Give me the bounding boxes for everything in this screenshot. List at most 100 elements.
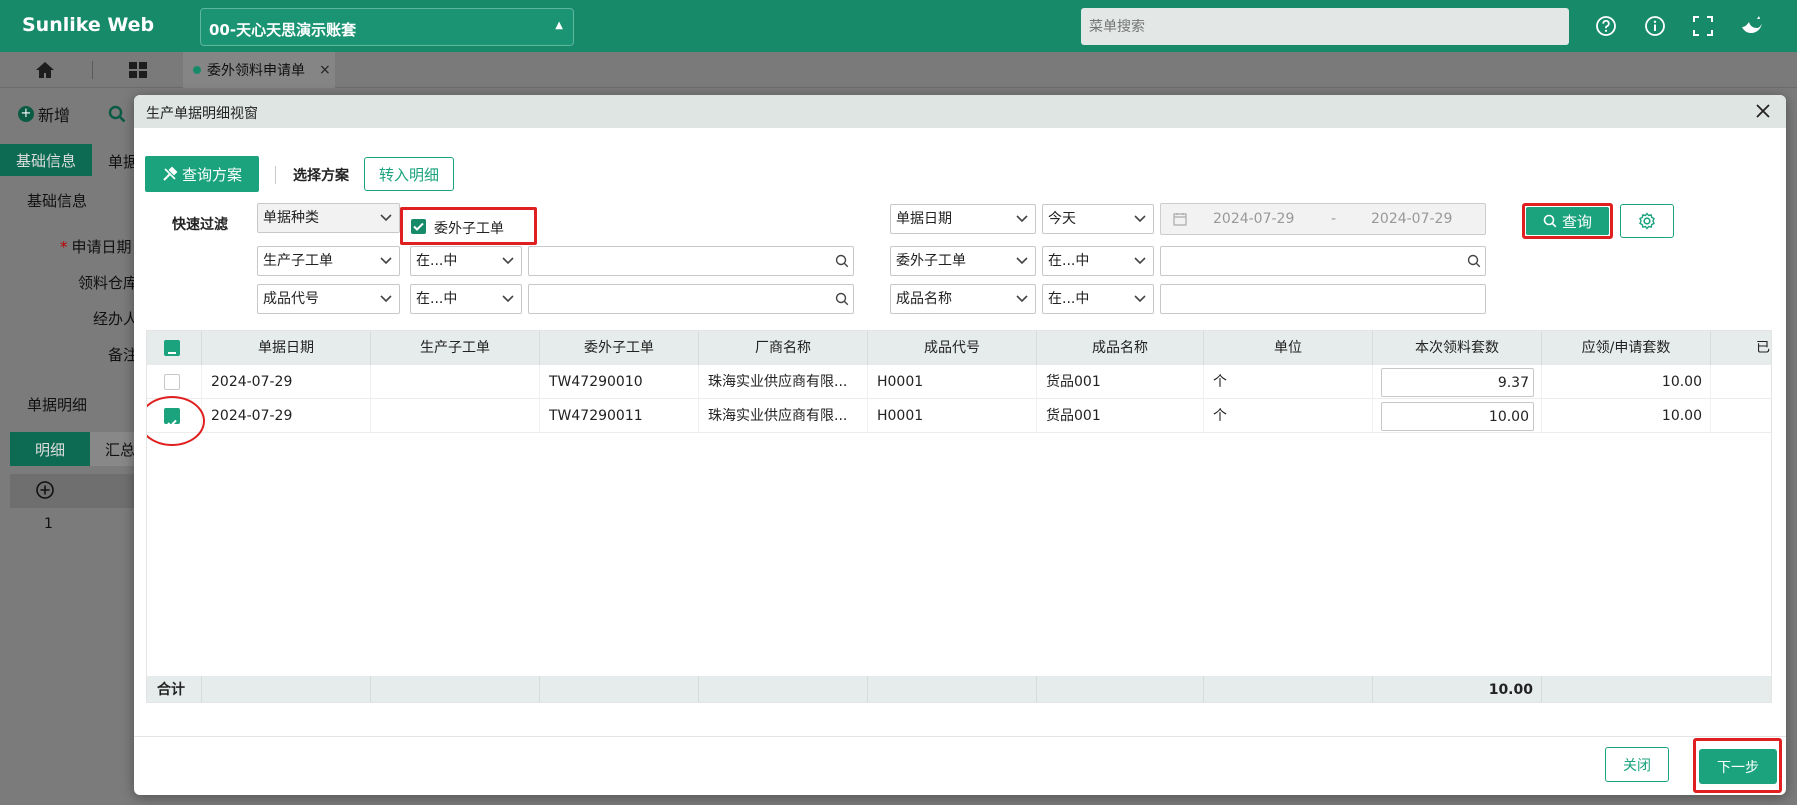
modal-title-bar: 生产单据明细视窗 <box>134 95 1786 128</box>
chevron-down-icon <box>380 295 392 303</box>
row2-value-b-input[interactable] <box>1160 246 1486 276</box>
tab-subcontract-requisition[interactable]: 委外领料申请单 × <box>183 52 335 88</box>
date-range-input[interactable]: 2024-07-29 - 2024-07-29 <box>1160 203 1486 235</box>
bg-subtab-detail[interactable]: 明细 <box>10 432 90 466</box>
subcontract-checkbox-highlight[interactable]: 委外子工单 <box>400 207 537 245</box>
cell-sub-order: TW47290011 <box>540 399 699 433</box>
row3-value-a-input[interactable] <box>528 284 854 314</box>
cell-vendor: 珠海实业供应商有限... <box>699 365 868 399</box>
bg-new-button[interactable]: + 新增 <box>18 102 70 126</box>
apps-grid-icon[interactable] <box>128 61 148 79</box>
search-icon[interactable] <box>1467 254 1481 268</box>
footer-cell <box>1542 676 1771 702</box>
table-row[interactable]: 2024-07-29 TW47290011 珠海实业供应商有限... H0001… <box>147 399 1771 433</box>
bg-label-warehouse: 领料仓库 <box>78 274 139 292</box>
row3-value-b-input[interactable] <box>1160 284 1486 314</box>
tab-close-icon[interactable]: × <box>319 62 331 78</box>
home-icon[interactable] <box>34 60 56 80</box>
row2-op-a-select[interactable]: 在...中 <box>410 246 522 276</box>
col-product-name[interactable]: 成品名称 <box>1037 331 1204 365</box>
row3-op-b-select[interactable]: 在...中 <box>1042 284 1154 314</box>
col-qty-required[interactable]: 应领/申请套数 <box>1542 331 1711 365</box>
bg-search-icon[interactable] <box>108 105 126 123</box>
qty-this-input[interactable] <box>1381 368 1534 397</box>
subcontract-checkbox[interactable] <box>411 219 426 234</box>
bg-section-basic-info: 基础信息 <box>27 192 88 210</box>
col-unit[interactable]: 单位 <box>1204 331 1373 365</box>
cell-product-name: 货品001 <box>1037 365 1204 399</box>
next-button-highlight: 下一步 <box>1693 738 1782 793</box>
date-preset-value: 今天 <box>1048 211 1076 227</box>
bird-icon[interactable] <box>1740 14 1764 38</box>
row3-op-a-value: 在...中 <box>416 291 458 307</box>
cell-product-code: H0001 <box>868 365 1037 399</box>
date-field-value: 单据日期 <box>896 211 952 227</box>
row3-field-b-value: 成品名称 <box>896 291 952 307</box>
col-issued-truncated[interactable]: 已 <box>1711 331 1771 365</box>
add-row-icon[interactable] <box>35 480 55 500</box>
tools-icon <box>163 166 178 181</box>
doc-type-select[interactable]: 单据种类 <box>257 203 400 233</box>
row2-field-b-select[interactable]: 委外子工单 <box>890 246 1036 276</box>
table-row[interactable]: 2024-07-29 TW47290010 珠海实业供应商有限... H0001… <box>147 365 1771 399</box>
query-button-highlight: 查询 <box>1522 203 1613 239</box>
close-button[interactable]: 关闭 <box>1605 747 1669 782</box>
row-select-cell[interactable] <box>147 365 202 399</box>
menu-search-input[interactable] <box>1081 8 1569 45</box>
col-sub-order[interactable]: 委外子工单 <box>540 331 699 365</box>
row2-op-b-value: 在...中 <box>1048 253 1090 269</box>
selected-row-highlight-circle <box>147 396 205 446</box>
info-icon[interactable] <box>1643 14 1667 38</box>
calendar-icon <box>1173 213 1187 226</box>
production-detail-modal: 生产单据明细视窗 查询方案 选择方案 转入明细 快速过滤 单据种类 委外子工单 … <box>134 95 1786 795</box>
chevron-down-icon <box>502 295 514 303</box>
account-select[interactable]: 00-天心天思演示账套 ▲ <box>200 8 574 46</box>
footer-cell <box>699 676 868 702</box>
date-preset-select[interactable]: 今天 <box>1042 204 1154 234</box>
help-icon[interactable] <box>1594 14 1618 38</box>
row2-field-a-select[interactable]: 生产子工单 <box>257 246 400 276</box>
cell-prod-order <box>371 365 540 399</box>
search-icon[interactable] <box>835 254 849 268</box>
row2-value-a-input[interactable] <box>528 246 854 276</box>
app-header: Sunlike Web 00-天心天思演示账套 ▲ <box>0 0 1797 52</box>
select-all-cell[interactable] <box>147 331 202 365</box>
date-field-select[interactable]: 单据日期 <box>890 204 1036 234</box>
col-doc-date[interactable]: 单据日期 <box>202 331 371 365</box>
qty-this-input[interactable] <box>1381 402 1534 431</box>
footer-cell <box>371 676 540 702</box>
row3-field-a-value: 成品代号 <box>263 291 319 307</box>
row3-op-a-select[interactable]: 在...中 <box>410 284 522 314</box>
doc-type-value: 单据种类 <box>263 210 319 226</box>
date-separator: - <box>1331 211 1337 227</box>
row3-field-b-select[interactable]: 成品名称 <box>890 284 1036 314</box>
query-scheme-button[interactable]: 查询方案 <box>145 156 259 192</box>
chevron-down-icon <box>1134 295 1146 303</box>
col-product-code[interactable]: 成品代号 <box>868 331 1037 365</box>
cell-unit: 个 <box>1204 365 1373 399</box>
query-button[interactable]: 查询 <box>1526 207 1609 235</box>
chevron-down-icon <box>1134 257 1146 265</box>
row3-field-a-select[interactable]: 成品代号 <box>257 284 400 314</box>
row-checkbox[interactable] <box>164 374 180 390</box>
select-all-checkbox[interactable] <box>164 340 180 356</box>
fullscreen-icon[interactable] <box>1691 14 1715 38</box>
row2-op-b-select[interactable]: 在...中 <box>1042 246 1154 276</box>
transfer-detail-button[interactable]: 转入明细 <box>364 157 454 191</box>
col-qty-this[interactable]: 本次领料套数 <box>1373 331 1542 365</box>
select-scheme-link[interactable]: 选择方案 <box>293 165 349 185</box>
filter-settings-button[interactable] <box>1620 204 1674 238</box>
caret-up-icon: ▲ <box>555 20 563 31</box>
next-step-button[interactable]: 下一步 <box>1699 749 1777 784</box>
col-vendor[interactable]: 厂商名称 <box>699 331 868 365</box>
tab-separator <box>92 61 93 79</box>
search-icon[interactable] <box>835 292 849 306</box>
close-icon[interactable] <box>1754 102 1772 120</box>
bg-tab-basic-info[interactable]: 基础信息 <box>0 144 92 176</box>
col-prod-order[interactable]: 生产子工单 <box>371 331 540 365</box>
check-icon <box>413 222 424 231</box>
footer-cell <box>540 676 699 702</box>
gear-icon <box>1639 212 1655 230</box>
date-to: 2024-07-29 <box>1371 211 1453 227</box>
cell-doc-date: 2024-07-29 <box>202 399 371 433</box>
